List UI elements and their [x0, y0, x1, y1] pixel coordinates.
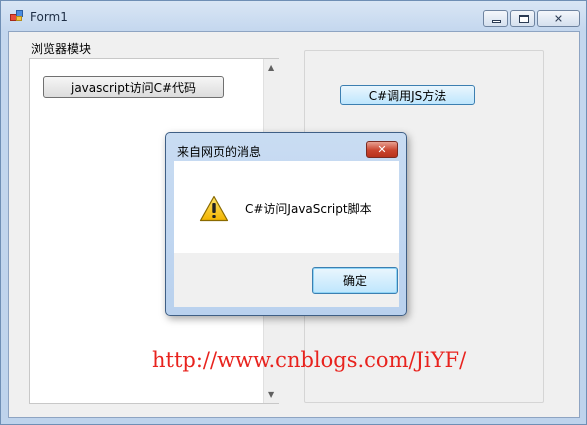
dialog-footer: 确定 — [174, 253, 399, 307]
close-button[interactable]: ✕ — [537, 10, 580, 27]
maximize-button[interactable] — [510, 10, 535, 27]
window-title: Form1 — [30, 10, 68, 24]
scroll-up-icon[interactable]: ▲ — [268, 63, 274, 72]
warning-icon — [199, 195, 229, 222]
minimize-icon — [492, 20, 501, 23]
scroll-down-icon[interactable]: ▼ — [268, 390, 274, 399]
close-icon: ✕ — [377, 143, 387, 156]
app-icon — [10, 10, 24, 22]
caption-buttons: ✕ — [481, 10, 580, 28]
csharp-call-js-button[interactable]: C#调用JS方法 — [340, 85, 475, 105]
close-icon: ✕ — [553, 12, 564, 25]
dialog-title: 来自网页的消息 — [177, 145, 262, 159]
js-call-csharp-button[interactable]: javascript访问C#代码 — [43, 76, 224, 98]
dialog-message: C#访问JavaScript脚本 — [245, 202, 372, 216]
watermark-url: http://www.cnblogs.com/JiYF/ — [152, 348, 467, 372]
maximize-icon — [519, 15, 529, 23]
message-dialog: 来自网页的消息 ✕ C#访问JavaScript脚本 确定 — [165, 132, 407, 316]
title-bar[interactable]: Form1 ✕ — [1, 1, 586, 31]
browser-group-label: 浏览器模块 — [29, 40, 94, 57]
dialog-close-button[interactable]: ✕ — [366, 141, 398, 158]
ok-button[interactable]: 确定 — [312, 267, 398, 294]
dialog-body: C#访问JavaScript脚本 — [174, 161, 399, 253]
minimize-button[interactable] — [483, 10, 508, 27]
